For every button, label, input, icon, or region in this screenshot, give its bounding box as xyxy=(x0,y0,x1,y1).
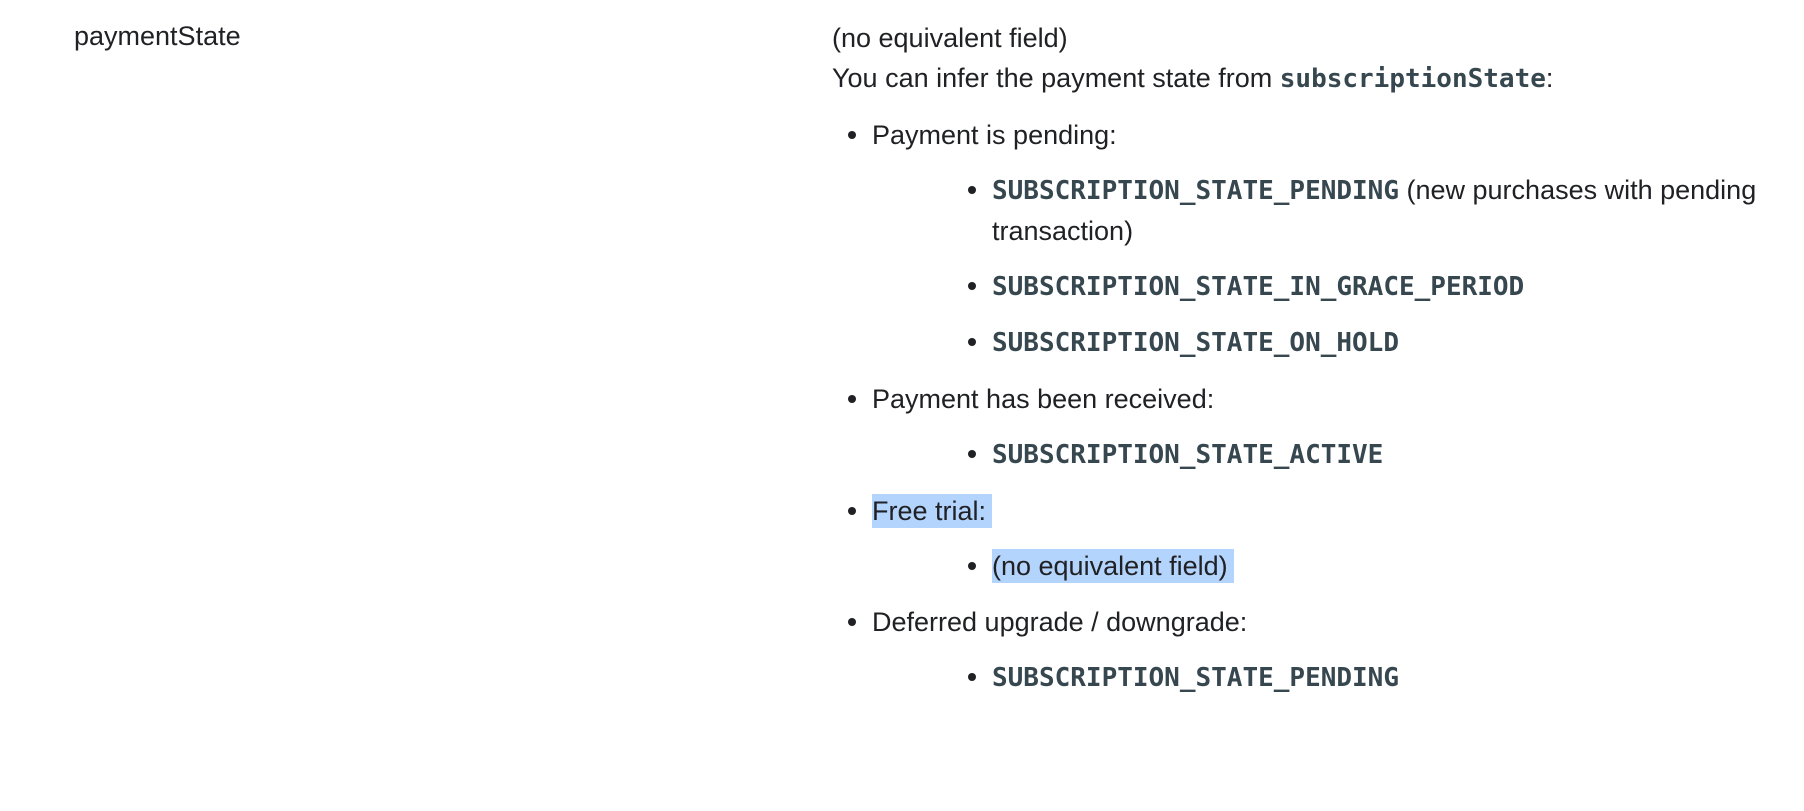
field-row: paymentState (no equivalent field) You c… xyxy=(0,0,1804,811)
state-code: SUBSCRIPTION_STATE_PENDING xyxy=(992,663,1399,693)
intro-suffix: : xyxy=(1545,63,1554,93)
state-sublist: SUBSCRIPTION_STATE_ACTIVE xyxy=(872,434,1762,475)
list-item: SUBSCRIPTION_STATE_PENDING xyxy=(872,657,1762,698)
list-item: Free trial: (no equivalent field) xyxy=(832,491,1762,586)
intro-code: subscriptionState xyxy=(1279,64,1546,94)
state-note-selected: (no equivalent field) xyxy=(992,549,1234,583)
group-label-selected: Free trial: xyxy=(872,494,993,528)
field-name: paymentState xyxy=(74,21,241,51)
state-code: SUBSCRIPTION_STATE_PENDING xyxy=(992,176,1399,206)
intro-text: You can infer the payment state from xyxy=(832,63,1280,93)
list-item: Payment is pending: SUBSCRIPTION_STATE_P… xyxy=(832,115,1762,363)
group-label: Payment has been received: xyxy=(872,384,1215,414)
state-code: SUBSCRIPTION_STATE_ACTIVE xyxy=(992,440,1384,470)
state-sublist: (no equivalent field) xyxy=(872,546,1762,586)
list-item: (no equivalent field) xyxy=(872,546,1762,586)
list-item: SUBSCRIPTION_STATE_IN_GRACE_PERIOD xyxy=(872,266,1762,307)
intro-paragraph: You can infer the payment state from sub… xyxy=(832,58,1762,99)
state-sublist: SUBSCRIPTION_STATE_PENDING xyxy=(872,657,1762,698)
payment-state-list: Payment is pending: SUBSCRIPTION_STATE_P… xyxy=(832,115,1762,698)
state-code: SUBSCRIPTION_STATE_IN_GRACE_PERIOD xyxy=(992,272,1525,302)
list-item: Payment has been received: SUBSCRIPTION_… xyxy=(832,379,1762,475)
group-label: Deferred upgrade / downgrade: xyxy=(872,607,1248,637)
group-label: Payment is pending: xyxy=(872,120,1117,150)
list-item: Deferred upgrade / downgrade: SUBSCRIPTI… xyxy=(832,602,1762,698)
field-description: (no equivalent field) You can infer the … xyxy=(832,18,1762,698)
state-code: SUBSCRIPTION_STATE_ON_HOLD xyxy=(992,328,1399,358)
state-sublist: SUBSCRIPTION_STATE_PENDING (new purchase… xyxy=(872,170,1762,363)
equivalent-field-text: (no equivalent field) xyxy=(832,23,1068,53)
list-item: SUBSCRIPTION_STATE_ON_HOLD xyxy=(872,322,1762,363)
list-item: SUBSCRIPTION_STATE_ACTIVE xyxy=(872,434,1762,475)
list-item: SUBSCRIPTION_STATE_PENDING (new purchase… xyxy=(872,170,1762,251)
